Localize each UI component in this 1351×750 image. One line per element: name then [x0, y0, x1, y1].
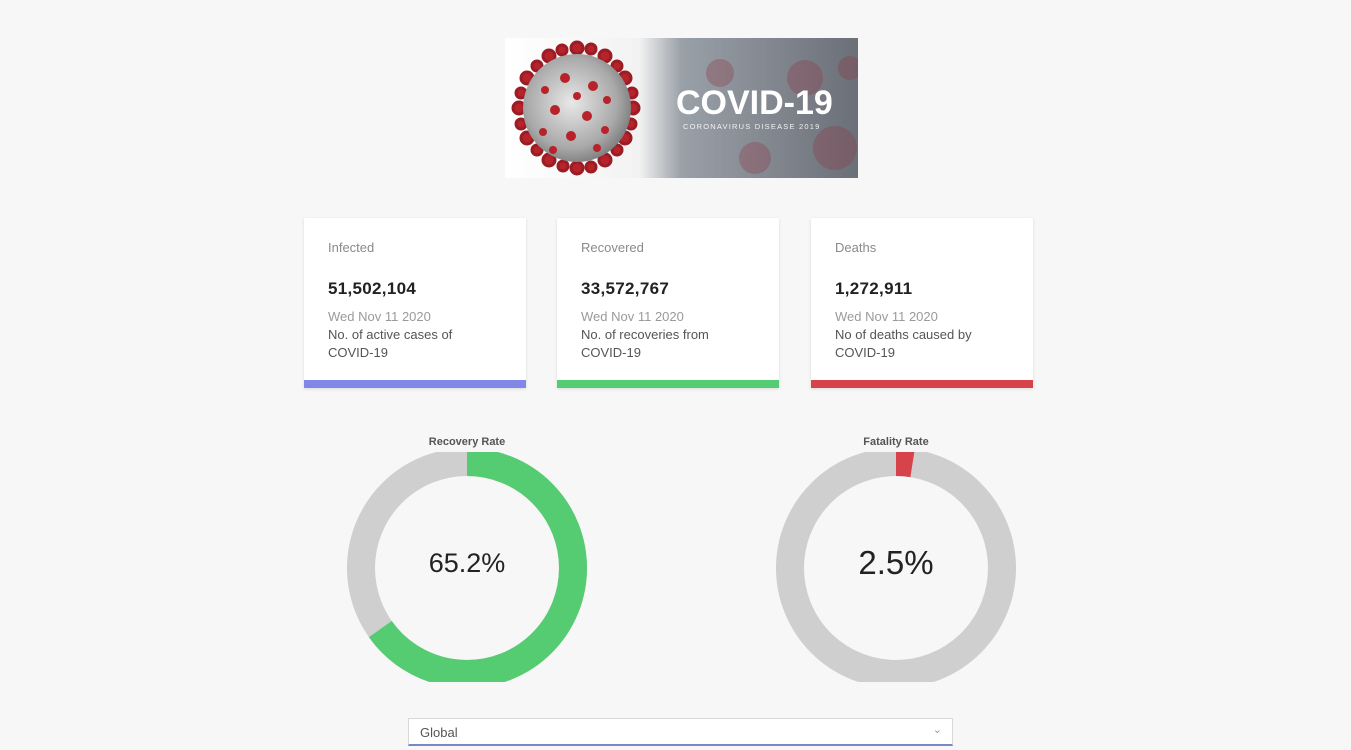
- recovery-rate-gauge: Recovery Rate 65.2%: [337, 432, 597, 682]
- gauge-percentage: 65.2%: [428, 548, 506, 578]
- covid-banner-image: COVID-19 CORONAVIRUS DISEASE 2019: [505, 38, 858, 178]
- card-value: 51,502,104: [328, 279, 417, 298]
- card-title: Recovered: [581, 240, 644, 255]
- card-description: No of deaths caused by COVID-19: [835, 327, 972, 360]
- fatality-rate-gauge: Fatality Rate 2.5%: [766, 432, 1026, 682]
- country-select-value: Global: [420, 725, 458, 740]
- card-description: No. of recoveries from COVID-19: [581, 327, 709, 360]
- country-select[interactable]: Global ⌄: [408, 718, 953, 746]
- card-color-bar: [304, 380, 526, 388]
- recovered-card: Recovered 33,572,767 Wed Nov 11 2020 No.…: [557, 218, 779, 388]
- chevron-down-icon: ⌄: [932, 724, 942, 736]
- deaths-card: Deaths 1,272,911 Wed Nov 11 2020 No of d…: [811, 218, 1033, 388]
- card-color-bar: [811, 380, 1033, 388]
- card-date: Wed Nov 11 2020: [581, 309, 684, 324]
- card-date: Wed Nov 11 2020: [835, 309, 938, 324]
- card-date: Wed Nov 11 2020: [328, 309, 431, 324]
- card-description: No. of active cases of COVID-19: [328, 327, 453, 360]
- banner-subtitle: CORONAVIRUS DISEASE 2019: [683, 122, 820, 131]
- card-value: 1,272,911: [835, 279, 913, 298]
- infected-card: Infected 51,502,104 Wed Nov 11 2020 No. …: [304, 218, 526, 388]
- covid-banner: COVID-19 CORONAVIRUS DISEASE 2019: [505, 38, 858, 178]
- gauge-title: Fatality Rate: [863, 436, 929, 448]
- gauge-title: Recovery Rate: [428, 436, 506, 448]
- banner-title: COVID-19: [676, 84, 833, 122]
- card-title: Deaths: [835, 240, 877, 255]
- card-value: 33,572,767: [581, 279, 670, 298]
- card-title: Infected: [328, 240, 375, 255]
- gauge-percentage: 2.5%: [858, 544, 934, 581]
- card-color-bar: [557, 380, 779, 388]
